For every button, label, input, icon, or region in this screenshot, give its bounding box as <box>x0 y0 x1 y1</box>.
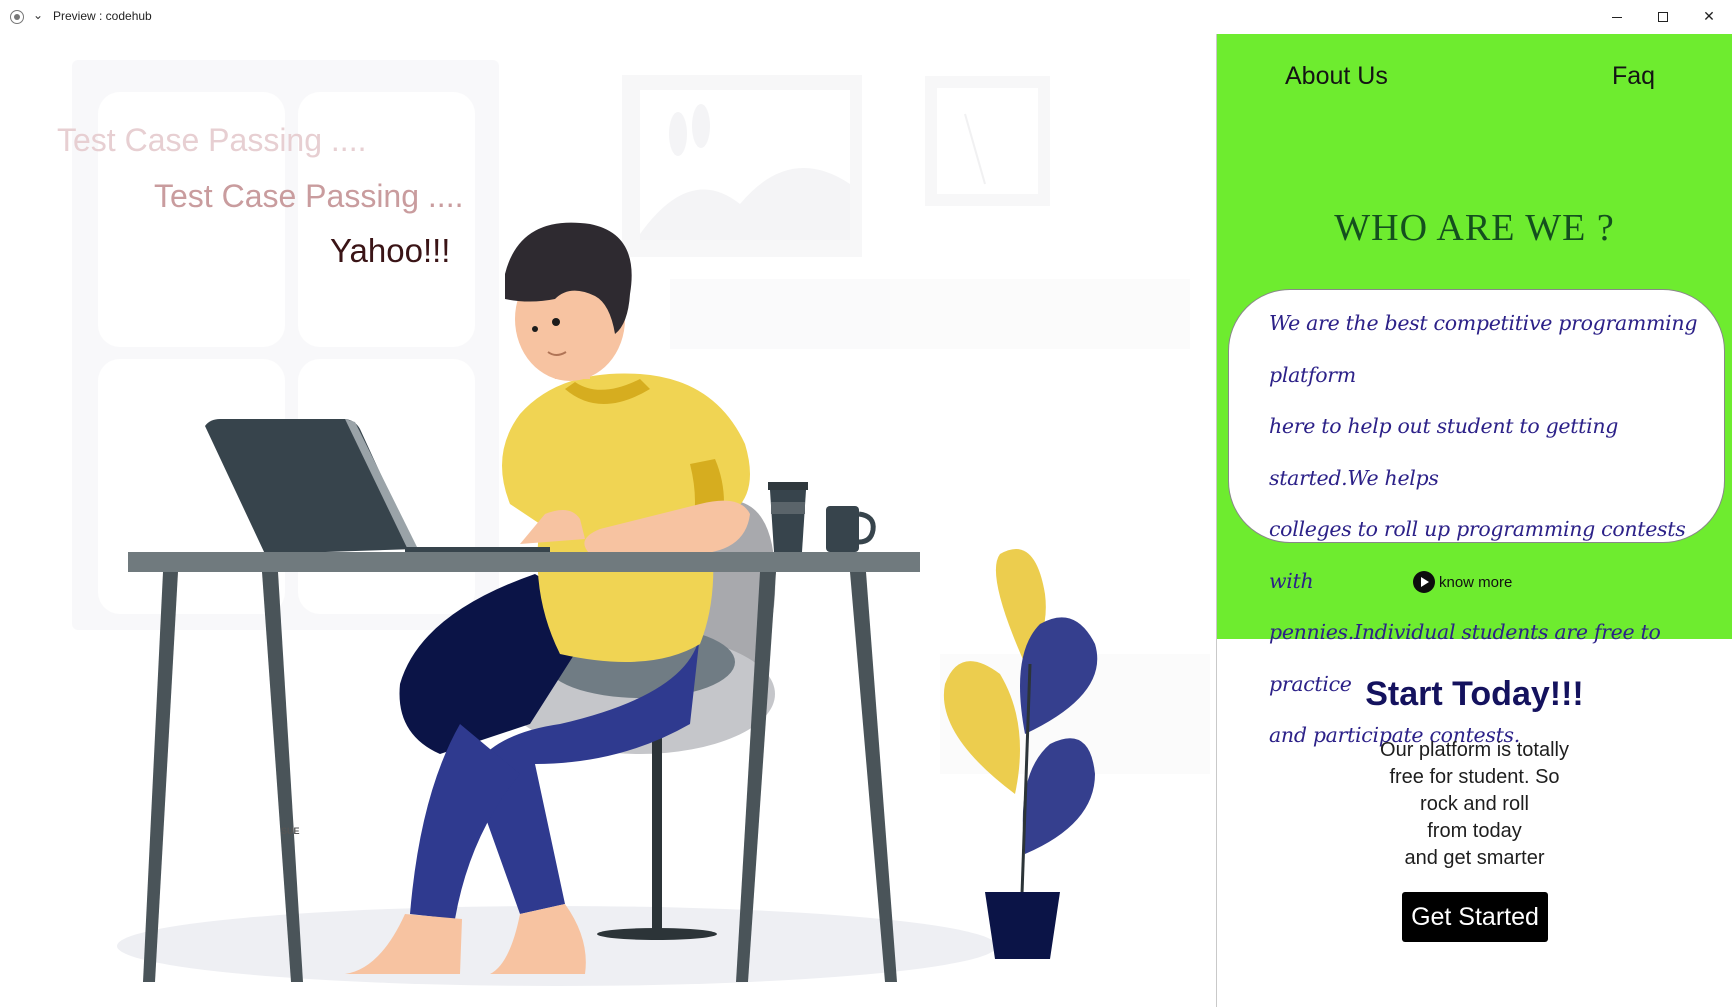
know-more-label: know more <box>1439 573 1513 591</box>
who-are-we-heading: WHO ARE WE ? <box>1334 207 1615 249</box>
maximize-button[interactable] <box>1640 0 1686 34</box>
start-line: free for student. So <box>1389 766 1560 788</box>
stray-text: SUE <box>281 826 300 836</box>
about-description-card: We are the best competitive programming … <box>1228 289 1725 747</box>
app-icon[interactable] <box>10 10 24 24</box>
nav-about-us[interactable]: About Us <box>1285 62 1388 91</box>
start-line: rock and roll <box>1420 793 1529 815</box>
status-line-1: Test Case Passing .... <box>57 122 367 158</box>
nav-faq[interactable]: Faq <box>1612 62 1655 91</box>
close-button[interactable]: ✕ <box>1686 0 1732 34</box>
start-description: Our platform is totally free for student… <box>1217 737 1732 872</box>
hero-panel: Test Case Passing .... Test Case Passing… <box>0 34 1216 1007</box>
start-line: from today <box>1427 820 1522 842</box>
window-title-bar: ⌄ Preview : codehub ✕ <box>0 0 1732 35</box>
about-line: here to help out student to getting star… <box>1269 414 1619 490</box>
about-section: About Us Faq WHO ARE WE ? We are the bes… <box>1217 34 1732 747</box>
start-today-heading: Start Today!!! <box>1365 675 1584 713</box>
status-line-2: Test Case Passing .... <box>154 178 464 214</box>
window-title: Preview : codehub <box>53 9 152 23</box>
play-circle-icon <box>1413 571 1435 593</box>
chevron-down-icon[interactable]: ⌄ <box>33 8 43 22</box>
start-line: and get smarter <box>1404 847 1545 869</box>
about-line: We are the best competitive programming … <box>1269 311 1698 387</box>
get-started-button[interactable]: Get Started <box>1402 892 1548 942</box>
status-line-3: Yahoo!!! <box>330 232 451 269</box>
minimize-button[interactable] <box>1594 0 1640 34</box>
know-more-link[interactable]: know more <box>1413 571 1512 593</box>
start-line: Our platform is totally <box>1380 739 1569 761</box>
side-panel: About Us Faq WHO ARE WE ? We are the bes… <box>1216 34 1732 1007</box>
